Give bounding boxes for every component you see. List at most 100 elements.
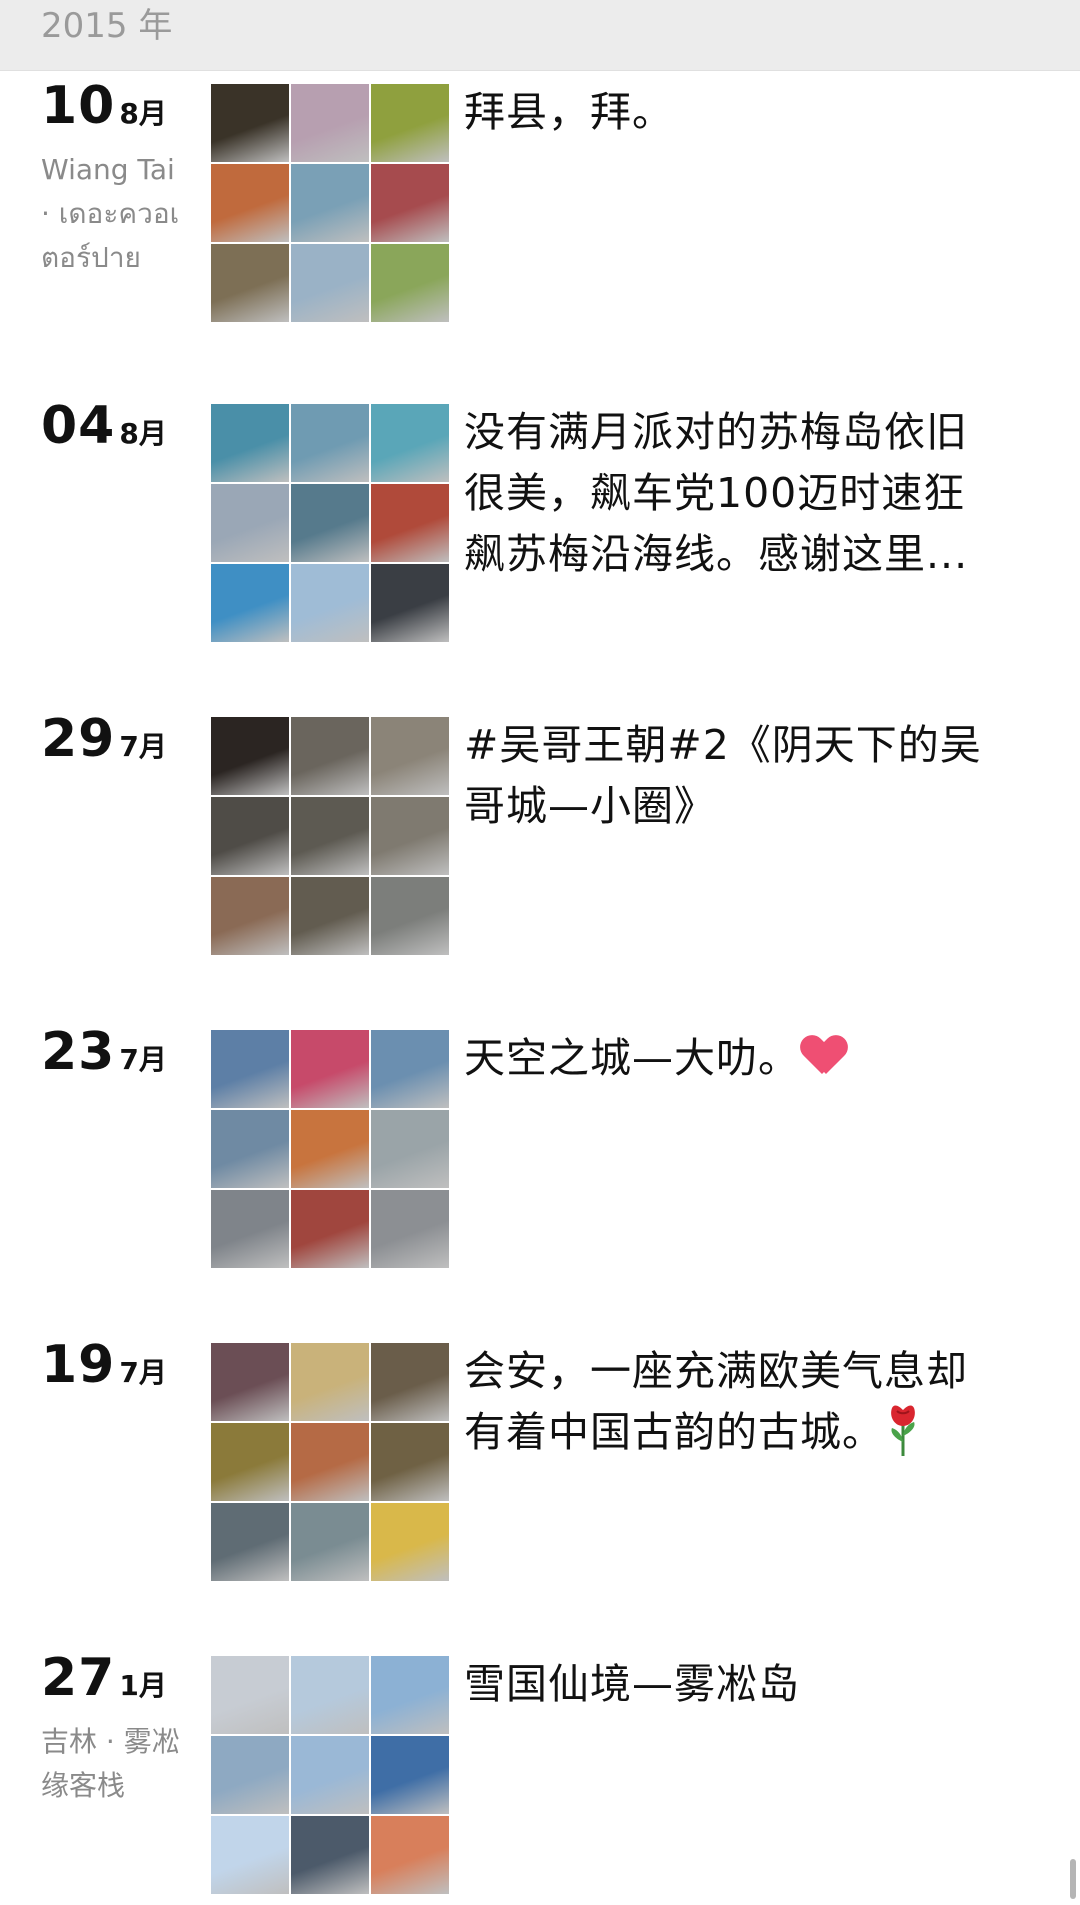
photo-thumbnail[interactable]: [291, 564, 369, 642]
photo-thumbnail[interactable]: [371, 564, 449, 642]
photo-thumbnail[interactable]: [211, 84, 289, 162]
photo-thumbnail[interactable]: [211, 1030, 289, 1108]
photo-thumbnail[interactable]: [211, 1656, 289, 1734]
year-label: 2015 年: [41, 6, 173, 46]
photo-thumbnail[interactable]: [211, 1736, 289, 1814]
post-day: 04: [41, 396, 116, 456]
photo-thumbnail[interactable]: [211, 164, 289, 242]
photo-thumbnail[interactable]: [371, 1190, 449, 1268]
photo-thumbnail[interactable]: [291, 164, 369, 242]
post-location[interactable]: Wiang Tai · เดอะควอเตอร์ปาย: [41, 148, 191, 280]
post-text[interactable]: 会安，一座充满欧美气息却有着中国古韵的古城。: [464, 1341, 1004, 1463]
photo-thumbnail[interactable]: [211, 877, 289, 955]
photo-thumbnail[interactable]: [291, 717, 369, 795]
photo-thumbnail[interactable]: [371, 717, 449, 795]
photo-thumbnail[interactable]: [211, 564, 289, 642]
photo-grid[interactable]: [211, 404, 449, 642]
photo-thumbnail[interactable]: [211, 1503, 289, 1581]
photo-thumbnail[interactable]: [291, 1343, 369, 1421]
photo-thumbnail[interactable]: [371, 1423, 449, 1501]
post-entry[interactable]: 29 7月 #吴哥王朝#2《阴天下的吴哥城—小圈》: [0, 703, 1080, 955]
photo-thumbnail[interactable]: [371, 1656, 449, 1734]
post-date: 27 1月: [41, 1648, 167, 1708]
post-month: 7月: [119, 1043, 167, 1076]
photo-thumbnail[interactable]: [371, 1816, 449, 1894]
post-date: 04 8月: [41, 396, 167, 456]
photo-thumbnail[interactable]: [371, 1030, 449, 1108]
photo-thumbnail[interactable]: [371, 484, 449, 562]
post-entry[interactable]: 04 8月 没有满月派对的苏梅岛依旧很美，飙车党100迈时速狂飙苏梅沿海线。感谢这里…: [0, 390, 1080, 642]
photo-thumbnail[interactable]: [371, 404, 449, 482]
photo-thumbnail[interactable]: [211, 1110, 289, 1188]
photo-thumbnail[interactable]: [371, 164, 449, 242]
post-date: 19 7月: [41, 1335, 167, 1395]
photo-thumbnail[interactable]: [211, 1190, 289, 1268]
photo-thumbnail[interactable]: [371, 1110, 449, 1188]
photo-thumbnail[interactable]: [371, 877, 449, 955]
post-text-content: 天空之城—大叻。: [464, 1034, 800, 1082]
moments-album-page: 2015 年 10 8月 Wiang Tai · เดอะควอเตอร์ปาย 拜县…: [0, 0, 1080, 1905]
photo-thumbnail[interactable]: [211, 1343, 289, 1421]
photo-thumbnail[interactable]: [211, 484, 289, 562]
post-day: 19: [41, 1335, 116, 1395]
photo-thumbnail[interactable]: [211, 404, 289, 482]
photo-thumbnail[interactable]: [211, 244, 289, 322]
photo-thumbnail[interactable]: [291, 1736, 369, 1814]
post-text[interactable]: #吴哥王朝#2《阴天下的吴哥城—小圈》: [464, 715, 1004, 837]
post-month: 7月: [119, 1356, 167, 1389]
photo-thumbnail[interactable]: [211, 1423, 289, 1501]
photo-thumbnail[interactable]: [291, 404, 369, 482]
photo-thumbnail[interactable]: [291, 244, 369, 322]
post-date: 10 8月: [41, 76, 167, 136]
photo-thumbnail[interactable]: [371, 1736, 449, 1814]
photo-thumbnail[interactable]: [291, 1816, 369, 1894]
photo-thumbnail[interactable]: [291, 1656, 369, 1734]
post-text[interactable]: 没有满月派对的苏梅岛依旧很美，飙车党100迈时速狂飙苏梅沿海线。感谢这里...: [464, 402, 1004, 585]
post-text-content: #吴哥王朝#2《阴天下的吴哥城—小圈》: [464, 721, 982, 830]
photo-thumbnail[interactable]: [371, 84, 449, 162]
photo-grid[interactable]: [211, 717, 449, 955]
post-text-content: 拜县，拜。: [464, 88, 674, 136]
post-month: 8月: [119, 417, 167, 450]
post-location[interactable]: 吉林 · 雾凇缘客栈: [41, 1720, 191, 1808]
post-day: 27: [41, 1648, 116, 1708]
post-entry[interactable]: 10 8月 Wiang Tai · เดอะควอเตอร์ปาย 拜县，拜。: [0, 70, 1080, 322]
post-day: 10: [41, 76, 116, 136]
photo-thumbnail[interactable]: [291, 1110, 369, 1188]
post-date: 29 7月: [41, 709, 167, 769]
photo-thumbnail[interactable]: [371, 1503, 449, 1581]
photo-grid[interactable]: [211, 1343, 449, 1581]
photo-thumbnail[interactable]: [291, 1190, 369, 1268]
post-month: 1月: [119, 1669, 167, 1702]
year-section-header: 2015 年: [0, 0, 1080, 71]
post-text[interactable]: 天空之城—大叻。: [464, 1028, 1004, 1089]
post-text[interactable]: 雪国仙境—雾凇岛: [464, 1654, 1004, 1715]
photo-thumbnail[interactable]: [291, 1423, 369, 1501]
post-entry[interactable]: 19 7月 会安，一座充满欧美气息却有着中国古韵的古城。: [0, 1329, 1080, 1581]
heart-emoji-icon: [802, 1036, 846, 1076]
rose-emoji-icon: [886, 1402, 920, 1458]
post-text-content: 没有满月派对的苏梅岛依旧很美，飙车党100迈时速狂飙苏梅沿海线。感谢这里...: [464, 408, 969, 578]
post-day: 23: [41, 1022, 116, 1082]
photo-thumbnail[interactable]: [211, 1816, 289, 1894]
photo-thumbnail[interactable]: [291, 1503, 369, 1581]
photo-thumbnail[interactable]: [291, 877, 369, 955]
post-entry[interactable]: 23 7月 天空之城—大叻。: [0, 1016, 1080, 1268]
photo-thumbnail[interactable]: [291, 797, 369, 875]
photo-thumbnail[interactable]: [211, 797, 289, 875]
photo-thumbnail[interactable]: [291, 84, 369, 162]
photo-grid[interactable]: [211, 1030, 449, 1268]
photo-grid[interactable]: [211, 1656, 449, 1894]
photo-thumbnail[interactable]: [291, 1030, 369, 1108]
post-text[interactable]: 拜县，拜。: [464, 82, 1004, 143]
post-month: 7月: [119, 730, 167, 763]
photo-thumbnail[interactable]: [291, 484, 369, 562]
scrollbar[interactable]: [1070, 1859, 1076, 1899]
post-entry[interactable]: 27 1月吉林 · 雾凇缘客栈 雪国仙境—雾凇岛: [0, 1642, 1080, 1894]
photo-thumbnail[interactable]: [371, 797, 449, 875]
photo-thumbnail[interactable]: [211, 717, 289, 795]
post-text-content: 雪国仙境—雾凇岛: [464, 1660, 800, 1708]
photo-thumbnail[interactable]: [371, 1343, 449, 1421]
photo-thumbnail[interactable]: [371, 244, 449, 322]
photo-grid[interactable]: [211, 84, 449, 322]
